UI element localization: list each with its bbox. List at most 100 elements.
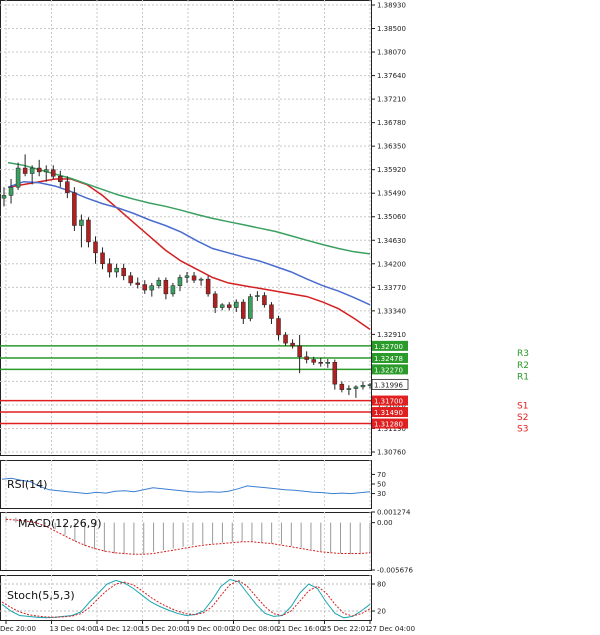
- candle-body: [8, 186, 14, 196]
- candle-body: [86, 219, 91, 243]
- candle-body: [1, 195, 7, 199]
- candle-body: [65, 181, 70, 193]
- level-price-label: 1.32270: [374, 366, 403, 374]
- candle-body: [241, 301, 246, 319]
- candle-body: [29, 167, 35, 174]
- macd-y-tick-label: 0.001274: [377, 509, 411, 517]
- rsi-title: RSI(14): [7, 478, 47, 491]
- candle-body: [43, 169, 49, 173]
- level-label-s3: S3: [517, 425, 528, 435]
- candle-body: [332, 362, 338, 385]
- candle-body: [318, 362, 323, 364]
- candle-body: [212, 293, 218, 308]
- macd-y-tick-label: -0.005676: [377, 567, 413, 575]
- candle-body: [226, 304, 232, 308]
- x-tick-label: 19 Dec 00:00: [186, 625, 233, 633]
- macd-title: MACD(12,26,9): [18, 517, 102, 530]
- x-tick-label: 15 Dec 20:00: [141, 625, 188, 633]
- y-tick-label: 1.33340: [377, 307, 406, 315]
- candle-body: [135, 282, 140, 285]
- candle-body: [283, 334, 288, 344]
- level-label-r3: R3: [517, 349, 529, 359]
- candle-body: [234, 301, 239, 308]
- level-label-r1: R1: [517, 372, 529, 382]
- candle-body: [339, 383, 345, 390]
- y-tick-label: 1.34630: [377, 237, 406, 245]
- y-tick-label: 1.34200: [377, 260, 406, 268]
- rsi-y-tick-label: 50: [377, 481, 386, 489]
- candle-body: [79, 219, 84, 226]
- candle-body: [93, 241, 98, 254]
- rsi-y-tick-label: 30: [377, 490, 386, 498]
- y-tick-label: 1.36350: [377, 143, 406, 151]
- level-label-s1: S1: [517, 402, 528, 412]
- y-tick-label: 1.35920: [377, 166, 406, 174]
- y-tick-label: 1.38930: [377, 2, 406, 10]
- candle: [205, 275, 211, 297]
- candle-body: [248, 296, 253, 319]
- candle-body: [297, 345, 302, 358]
- price-chart: 1.38930 1.38500 1.38070 1.37640 1.37210 1.367…: [0, 0, 600, 635]
- candle-body: [191, 275, 197, 281]
- level-price-label: 1.32700: [374, 343, 403, 351]
- candle-body: [219, 304, 225, 308]
- candle-body: [142, 284, 148, 291]
- candle: [72, 187, 77, 231]
- x-tick-label: 21 Dec 16:00: [277, 625, 324, 633]
- level-label-r2: R2: [517, 361, 529, 371]
- macd-y-tick-label: 0.00: [377, 519, 393, 527]
- x-tick-label: 13 Dec 04:00: [50, 625, 97, 633]
- candle-body: [51, 169, 56, 177]
- candle-body: [276, 318, 281, 336]
- chart-background: [0, 0, 600, 635]
- candle-body: [128, 275, 133, 284]
- candle-body: [100, 252, 105, 265]
- x-tick-label: 27 Dec 04:00: [368, 625, 415, 633]
- candle-body: [177, 277, 183, 286]
- rsi-y-tick-label: 70: [377, 471, 386, 479]
- stoch-y-tick-label: 80: [377, 581, 386, 589]
- x-tick-label: Dec 20:00: [0, 625, 36, 633]
- y-tick-label: 1.32910: [377, 331, 406, 339]
- candle-body: [367, 384, 373, 386]
- candle-body: [360, 385, 366, 388]
- stoch-y-tick-label: 20: [377, 608, 386, 616]
- candle-body: [205, 278, 211, 295]
- candle-body: [58, 175, 63, 182]
- candle-body: [72, 192, 77, 226]
- level-price-label: 1.32478: [374, 355, 403, 363]
- candle-body: [198, 278, 204, 281]
- level-label-s2: S2: [517, 413, 528, 423]
- level-price-label: 1.31280: [374, 421, 403, 429]
- candle-body: [121, 267, 126, 277]
- candle: [248, 293, 253, 322]
- x-tick-label: 14 Dec 12:00: [95, 625, 142, 633]
- candle-body: [290, 342, 295, 347]
- candle-body: [36, 167, 42, 173]
- y-tick-label: 1.30760: [377, 449, 406, 457]
- candle-body: [262, 295, 267, 306]
- candle-body: [163, 279, 169, 295]
- y-tick-label: 1.33770: [377, 284, 406, 292]
- candle-body: [304, 356, 309, 360]
- y-tick-label: 1.35060: [377, 213, 406, 221]
- y-tick-label: 1.38070: [377, 49, 406, 57]
- candle-body: [170, 285, 176, 295]
- y-tick-label: 1.35490: [377, 190, 406, 198]
- y-tick-label: 1.37210: [377, 96, 406, 104]
- candle-body: [255, 295, 260, 297]
- candle-body: [149, 285, 155, 291]
- y-tick-label: 1.38500: [377, 25, 406, 33]
- candle-body: [15, 167, 21, 188]
- level-price-label: 1.31700: [374, 398, 403, 406]
- level-price-label: 1.31490: [374, 409, 403, 417]
- x-tick-label: 20 Dec 08:00: [232, 625, 279, 633]
- y-tick-label: 1.37640: [377, 72, 406, 80]
- candle-body: [156, 279, 162, 286]
- candle-body: [184, 275, 190, 278]
- candle-body: [311, 359, 316, 363]
- candle-body: [269, 304, 274, 319]
- candle-body: [346, 388, 352, 390]
- current-price-label: 1.31996: [374, 381, 403, 389]
- candle-body: [114, 267, 119, 273]
